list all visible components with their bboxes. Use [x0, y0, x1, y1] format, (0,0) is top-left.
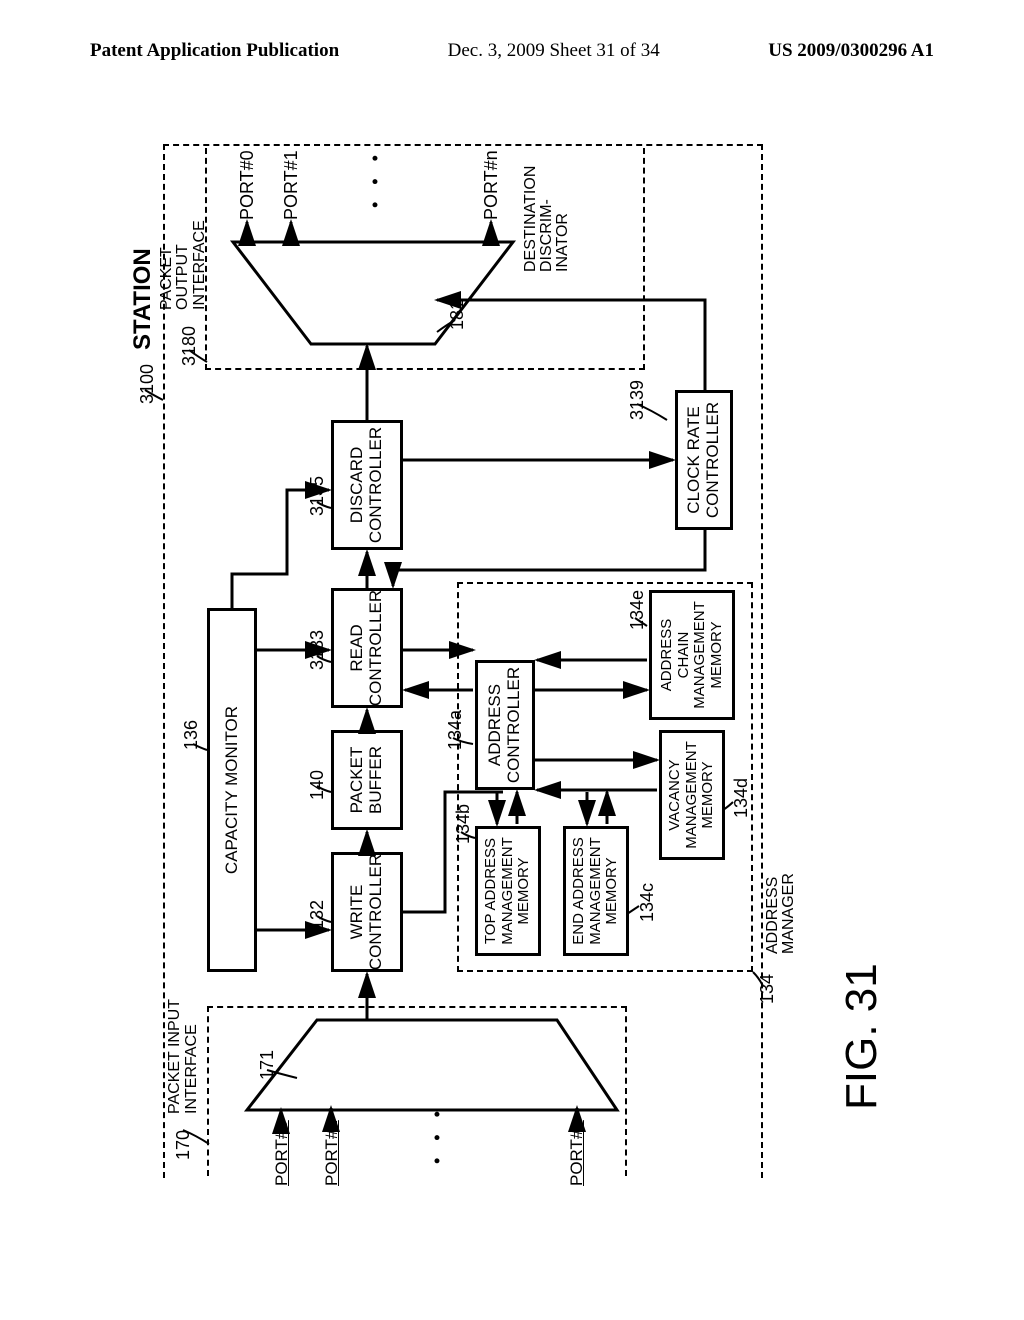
- figure-area: STATION 3100 FIG. 31 170 PACKET INPUTINT…: [80, 100, 944, 1220]
- page-header: Patent Application Publication Dec. 3, 2…: [0, 0, 1024, 72]
- diagram-rotated: STATION 3100 FIG. 31 170 PACKET INPUTINT…: [97, 130, 927, 1190]
- header-left: Patent Application Publication: [90, 40, 339, 62]
- wires: [97, 130, 927, 1190]
- header-right: US 2009/0300296 A1: [768, 40, 934, 62]
- header-center: Dec. 3, 2009 Sheet 31 of 34: [448, 40, 660, 62]
